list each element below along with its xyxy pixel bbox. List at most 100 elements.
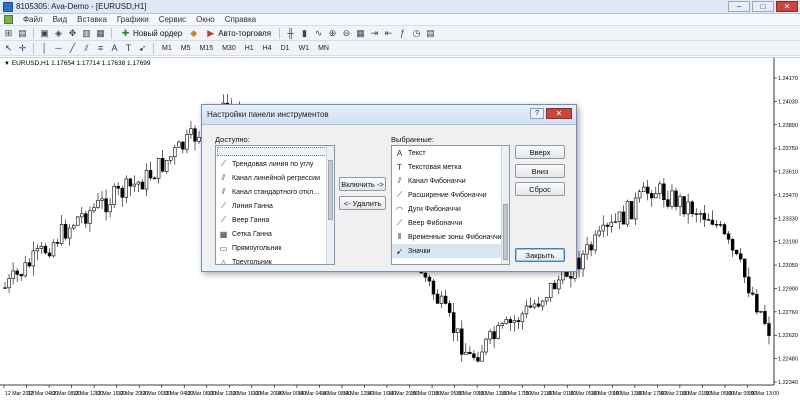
cursor-icon[interactable]: ↖ <box>3 43 14 54</box>
scrollbar-thumb[interactable] <box>503 204 508 260</box>
list-item[interactable]: ➹ Значки <box>392 244 509 258</box>
fibo-arcs-icon: ◠ <box>396 204 403 214</box>
dialog-controls: ? ✕ <box>530 108 572 119</box>
menu-insert[interactable]: Вставка <box>77 15 107 24</box>
list-item[interactable]: ⫽ Канал Фибоначчи <box>392 174 509 188</box>
navigator-icon[interactable]: ✥ <box>67 28 78 39</box>
menu-file[interactable]: Файл <box>23 15 43 24</box>
periods-icon[interactable]: ◷ <box>411 28 422 39</box>
list-item[interactable]: ⟋ Трендовая линия по углу <box>216 157 334 171</box>
dialog-help-button[interactable]: ? <box>530 108 544 119</box>
list-item[interactable]: ⦀ Временные зоны Фибоначчи <box>392 230 509 244</box>
tile-windows-icon[interactable]: ▦ <box>355 28 366 39</box>
market-watch-icon[interactable]: ▣ <box>39 28 50 39</box>
candle-body <box>759 311 763 313</box>
chart-shift-icon[interactable]: ⇤ <box>383 28 394 39</box>
selected-scrollbar[interactable] <box>501 146 509 264</box>
profiles-icon[interactable]: ▤ <box>17 28 28 39</box>
candle-body <box>738 253 743 260</box>
list-item[interactable]: ◠ Дуги Фибоначчи <box>392 202 509 216</box>
new-order-button[interactable]: ✚ Новый ордер <box>117 27 185 39</box>
candle-body <box>706 219 711 221</box>
list-item[interactable]: ⫽ Канал стандартного откл... <box>216 185 334 199</box>
include-button[interactable]: Включить -> <box>339 177 386 191</box>
arrows-tool-icon[interactable]: ➹ <box>137 43 148 54</box>
remove-button[interactable]: <- Удалить <box>339 196 386 210</box>
window-title: 8105305: Ava-Demo - [EURUSD,H1] <box>16 2 147 11</box>
toolbar-separator <box>33 42 34 54</box>
menu-charts[interactable]: Графики <box>117 15 149 24</box>
menu-view[interactable]: Вид <box>53 15 67 24</box>
move-up-button[interactable]: Вверх <box>515 145 565 159</box>
bar-chart-icon[interactable]: ╫ <box>285 28 296 39</box>
vertical-line-icon[interactable]: │ <box>39 43 50 54</box>
selected-list[interactable]: A Текст T Текстовая метка ⫽ Канал Фибоначчи ⟋ Р… <box>391 145 510 265</box>
list-item-label: Веер Ганна <box>232 216 270 224</box>
list-item[interactable]: ⟋ Веер Ганна <box>216 213 334 227</box>
crosshair-icon[interactable]: ✛ <box>17 43 28 54</box>
auto-trading-button[interactable]: ▶ Авто-торговля <box>202 27 274 39</box>
zoom-out-icon[interactable]: ⊖ <box>341 28 352 39</box>
menu-help[interactable]: Справка <box>225 15 256 24</box>
timeframe-m15[interactable]: M15 <box>196 45 216 52</box>
list-item[interactable]: ⟋ Веер Фибоначчи <box>392 216 509 230</box>
menu-tools[interactable]: Сервис <box>159 15 186 24</box>
zoom-in-icon[interactable]: ⊕ <box>327 28 338 39</box>
price-label: 1.22480 <box>778 357 798 363</box>
candle-chart-icon[interactable]: ▮ <box>299 28 310 39</box>
data-window-icon[interactable]: ◈ <box>53 28 64 39</box>
available-list[interactable]: ⟋ Трендовая линия по углу ⫽ Канал линейной … <box>215 145 335 265</box>
scrollbar-thumb[interactable] <box>328 160 333 220</box>
text-label-tool-icon[interactable]: T <box>123 43 134 54</box>
list-item[interactable]: △ Треугольник <box>216 255 334 265</box>
terminal-icon[interactable]: ▥ <box>81 28 92 39</box>
timeframe-m30[interactable]: M30 <box>219 45 239 52</box>
chart-window-icon[interactable] <box>4 15 13 24</box>
menu-window[interactable]: Окно <box>196 15 215 24</box>
list-item-separator[interactable] <box>217 147 333 156</box>
timeframe-h1[interactable]: H1 <box>242 45 257 52</box>
dialog-close-action-button[interactable]: Закрыть <box>515 248 565 262</box>
candle-body <box>423 272 428 278</box>
available-scrollbar[interactable] <box>326 146 334 264</box>
text-tool-icon[interactable]: A <box>109 43 120 54</box>
candle-body <box>589 244 593 251</box>
templates-icon[interactable]: ▤ <box>425 28 436 39</box>
list-item[interactable]: ⟋ Линия Ганна <box>216 199 334 213</box>
candle-body <box>767 323 771 336</box>
autoscroll-icon[interactable]: ⇥ <box>369 28 380 39</box>
fibo-retracement-icon[interactable]: ≡ <box>95 43 106 54</box>
price-label: 1.23750 <box>778 146 798 152</box>
new-chart-icon[interactable]: ⊞ <box>3 28 14 39</box>
candle-body <box>625 201 630 225</box>
minimize-button[interactable]: – <box>728 1 750 12</box>
indicators-icon[interactable]: ƒ <box>397 28 408 39</box>
metaeditor-icon[interactable]: ◆ <box>188 28 199 39</box>
list-item[interactable]: ⟋ Расширение Фибоначчи <box>392 188 509 202</box>
list-item[interactable]: ⫽ Канал линейной регрессии <box>216 171 334 185</box>
list-item[interactable]: T Текстовая метка <box>392 160 509 174</box>
candle-body <box>15 270 19 275</box>
stddev-channel-icon: ⫽ <box>221 187 226 196</box>
timeframe-h4[interactable]: H4 <box>260 45 275 52</box>
timeframe-w1[interactable]: W1 <box>296 45 313 52</box>
maximize-button[interactable]: □ <box>752 1 774 12</box>
dialog-close-button[interactable]: ✕ <box>546 108 572 119</box>
timeframe-m1[interactable]: M1 <box>159 45 175 52</box>
list-item[interactable]: ▭ Прямоугольник <box>216 241 334 255</box>
timeframe-mn[interactable]: MN <box>315 45 332 52</box>
timeframe-m5[interactable]: M5 <box>178 45 194 52</box>
candle-body <box>609 221 614 227</box>
tester-icon[interactable]: ▦ <box>95 28 106 39</box>
candle-body <box>177 141 181 148</box>
equidistant-channel-icon[interactable]: ⫽ <box>81 43 92 54</box>
timeframe-d1[interactable]: D1 <box>278 45 293 52</box>
close-window-button[interactable]: ✕ <box>776 1 798 12</box>
horizontal-line-icon[interactable]: ─ <box>53 43 64 54</box>
trendline-icon[interactable]: ╱ <box>67 43 78 54</box>
list-item[interactable]: A Текст <box>392 146 509 160</box>
list-item[interactable]: ▦ Сетка Ганна <box>216 227 334 241</box>
line-chart-icon[interactable]: ∿ <box>313 28 324 39</box>
move-down-button[interactable]: Вниз <box>515 164 565 178</box>
reset-button[interactable]: Сброс <box>515 182 565 196</box>
